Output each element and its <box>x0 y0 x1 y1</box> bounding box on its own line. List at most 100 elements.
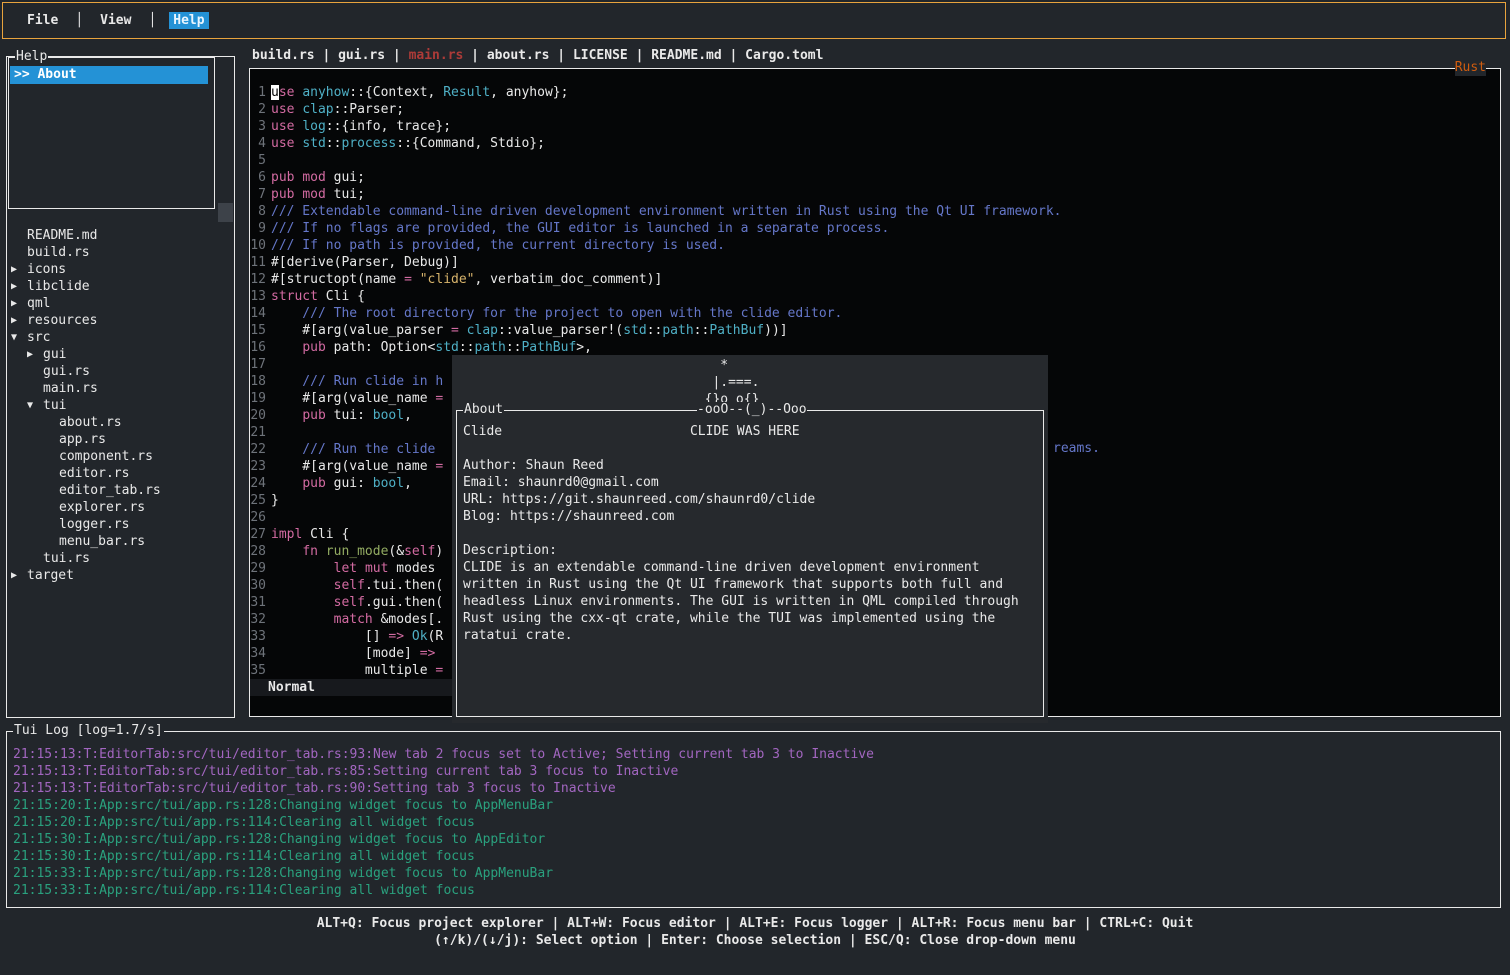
code-text: match &modes[. <box>271 611 443 628</box>
code-line[interactable]: 2use clap::Parser; <box>250 101 1500 118</box>
code-line[interactable]: 6pub mod gui; <box>250 169 1500 186</box>
menu-items: File│View│Help <box>23 3 209 38</box>
code-token: #[derive(Parser, Debug)] <box>271 255 459 270</box>
code-line[interactable]: 14 /// The root directory for the projec… <box>250 305 1500 322</box>
tree-item-app-rs[interactable]: app.rs <box>7 431 234 448</box>
tree-item-gui[interactable]: ▶gui <box>7 346 234 363</box>
code-line[interactable]: 3use log::{info, trace}; <box>250 118 1500 135</box>
tree-indent <box>43 448 59 465</box>
tree-item-icons[interactable]: ▶icons <box>7 261 234 278</box>
tree-item-tui[interactable]: ▼tui <box>7 397 234 414</box>
code-token: .gui.then( <box>365 595 443 610</box>
code-text: [] => Ok(R <box>271 628 443 645</box>
line-number: 29 <box>250 560 266 577</box>
code-line[interactable]: 10/// If no path is provided, the curren… <box>250 237 1500 254</box>
code-text: pub gui: bool, <box>271 475 412 492</box>
code-token: :: <box>326 136 342 151</box>
menu-item-help[interactable]: Help <box>169 12 208 29</box>
code-token: , <box>404 408 412 423</box>
line-number: 32 <box>250 611 266 628</box>
line-number: 7 <box>250 186 266 203</box>
line-number: 26 <box>250 509 266 526</box>
code-token: , <box>404 476 412 491</box>
code-line[interactable]: 5 <box>250 152 1500 169</box>
tree-item-main-rs[interactable]: main.rs <box>7 380 234 397</box>
code-token: impl <box>271 527 302 542</box>
code-text: } <box>271 492 279 509</box>
code-line[interactable]: 8/// Extendable command-line driven deve… <box>250 203 1500 220</box>
code-text: #[arg(value_name = <box>271 390 443 407</box>
tab-about-rs[interactable]: about.rs <box>487 48 550 63</box>
code-line[interactable]: 9/// If no flags are provided, the GUI e… <box>250 220 1500 237</box>
explorer-scrollbar-thumb[interactable] <box>218 203 233 222</box>
tab-build-rs[interactable]: build.rs <box>252 48 315 63</box>
code-token: , verbatim_doc_comment)] <box>475 272 663 287</box>
code-token: u <box>271 85 279 100</box>
code-text: use std::process::{Command, Stdio}; <box>271 135 545 152</box>
code-token: = <box>404 272 412 287</box>
tree-item-README-md[interactable]: README.md <box>7 227 234 244</box>
code-token: use <box>271 119 294 134</box>
tree-item-explorer-rs[interactable]: explorer.rs <box>7 499 234 516</box>
about-line <box>463 525 1019 542</box>
tree-item-qml[interactable]: ▶qml <box>7 295 234 312</box>
tree-item-menu-bar-rs[interactable]: menu_bar.rs <box>7 533 234 550</box>
code-token: process <box>341 136 396 151</box>
code-token <box>271 408 302 423</box>
about-dialog-title: About <box>463 402 504 418</box>
code-line[interactable]: 16 pub path: Option<std::path::PathBuf>, <box>250 339 1500 356</box>
code-line[interactable]: 12#[structopt(name = "clide", verbatim_d… <box>250 271 1500 288</box>
tree-item-build-rs[interactable]: build.rs <box>7 244 234 261</box>
code-line[interactable]: 7pub mod tui; <box>250 186 1500 203</box>
code-token: anyhow <box>302 85 349 100</box>
code-line[interactable]: 15 #[arg(value_parser = clap::value_pars… <box>250 322 1500 339</box>
menu-item-view[interactable]: View <box>96 12 135 29</box>
code-token: fn <box>302 544 318 559</box>
about-dialog: * |.===. {}o o{} About -ooO--(_)--Ooo Cl… <box>452 355 1048 723</box>
tab-gui-rs[interactable]: gui.rs <box>338 48 385 63</box>
dropdown-item-about[interactable]: >> About <box>10 66 208 84</box>
tree-item-logger-rs[interactable]: logger.rs <box>7 516 234 533</box>
code-text: let mut modes <box>271 560 435 577</box>
tree-item-editor-rs[interactable]: editor.rs <box>7 465 234 482</box>
tree-item-component-rs[interactable]: component.rs <box>7 448 234 465</box>
tab-main-rs[interactable]: main.rs <box>409 48 464 63</box>
ascii-art-line: |.===. <box>462 374 759 391</box>
tab-separator: | <box>628 48 651 63</box>
tab-separator: | <box>315 48 338 63</box>
code-token: mod <box>302 170 325 185</box>
tree-item-about-rs[interactable]: about.rs <box>7 414 234 431</box>
menu-item-file[interactable]: File <box>23 12 62 29</box>
code-token: use <box>271 102 294 117</box>
tab-readme-md[interactable]: README.md <box>651 48 721 63</box>
code-token <box>271 561 334 576</box>
menu-separator: │ <box>75 13 83 28</box>
tree-item-gui-rs[interactable]: gui.rs <box>7 363 234 380</box>
tree-item-editor-tab-rs[interactable]: editor_tab.rs <box>7 482 234 499</box>
tree-item-label: resources <box>27 312 97 329</box>
line-number: 24 <box>250 475 266 492</box>
code-token: self <box>334 595 365 610</box>
tab-license[interactable]: LICENSE <box>573 48 628 63</box>
chevron-collapsed-icon: ▶ <box>27 346 43 363</box>
code-line[interactable]: 11#[derive(Parser, Debug)] <box>250 254 1500 271</box>
line-number: 6 <box>250 169 266 186</box>
code-text: /// Run clide in h <box>271 373 443 390</box>
line-number: 34 <box>250 645 266 662</box>
line-number: 1 <box>250 84 266 101</box>
code-line[interactable]: 13struct Cli { <box>250 288 1500 305</box>
tree-item-src[interactable]: ▼src <box>7 329 234 346</box>
tree-item-libclide[interactable]: ▶libclide <box>7 278 234 295</box>
tui-log-panel: Tui Log [log=1.7/s] 21:15:13:T:EditorTab… <box>6 731 1501 908</box>
code-token: = <box>435 663 443 678</box>
code-token <box>459 323 467 338</box>
code-line[interactable]: 4use std::process::{Command, Stdio}; <box>250 135 1500 152</box>
code-text: impl Cli { <box>271 526 349 543</box>
tree-item-resources[interactable]: ▶resources <box>7 312 234 329</box>
tab-cargo-toml[interactable]: Cargo.toml <box>745 48 823 63</box>
code-token: pub <box>302 476 325 491</box>
code-line[interactable]: 1use anyhow::{Context, Result, anyhow}; <box>250 84 1500 101</box>
tree-item-tui-rs[interactable]: tui.rs <box>7 550 234 567</box>
tree-item-target[interactable]: ▶target <box>7 567 234 584</box>
line-number: 17 <box>250 356 266 373</box>
